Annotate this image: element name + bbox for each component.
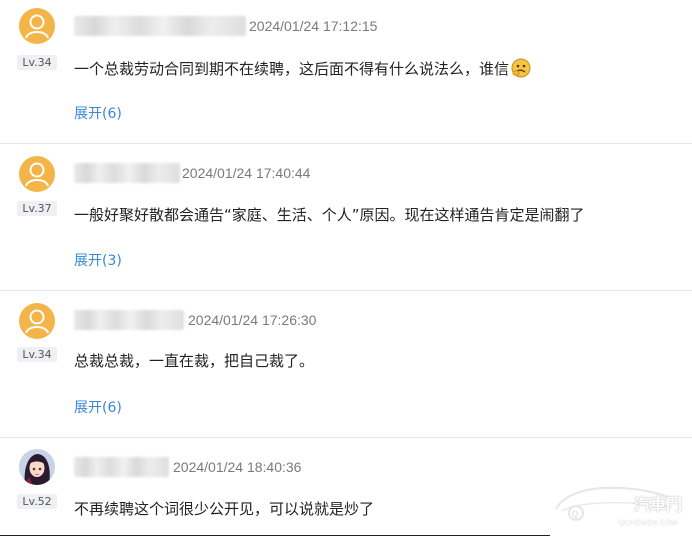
user-level-badge: Lv.34 <box>17 55 57 70</box>
expand-replies-link[interactable]: 展开(6) <box>74 104 122 124</box>
username-blurred[interactable] <box>74 16 246 36</box>
comment-timestamp: 2024/01/24 17:40:44 <box>182 165 311 181</box>
divider <box>0 535 550 536</box>
comment-text-content: 一个总裁劳动合同到期不在续聘，这后面不得有什么说法么，谁信 <box>74 60 510 78</box>
comment-item: Lv.37 2024/01/24 17:40:44 一般好聚好散都会通告“家庭、… <box>0 144 692 291</box>
avatar[interactable] <box>19 8 55 44</box>
expand-replies-link[interactable]: 展开(3) <box>74 251 122 271</box>
comment-text: 不再续聘这个词很少公开见，可以说就是炒了 <box>74 500 375 518</box>
thinking-emoji-icon <box>511 58 531 78</box>
username-blurred[interactable] <box>74 310 184 330</box>
user-default-icon <box>25 162 49 187</box>
avatar[interactable] <box>19 303 55 339</box>
user-default-icon <box>25 14 49 39</box>
user-level-badge: Lv.37 <box>17 201 57 216</box>
comment-text: 一个总裁劳动合同到期不在续聘，这后面不得有什么说法么，谁信 <box>74 58 531 80</box>
comment-text: 一般好聚好散都会通告“家庭、生活、个人”原因。现在这样通告肯定是闹翻了 <box>74 206 585 224</box>
watermark-brand: 汽車門 <box>633 495 682 514</box>
username-blurred[interactable] <box>74 163 180 183</box>
comment-timestamp: 2024/01/24 17:12:15 <box>249 18 378 34</box>
comment-timestamp: 2024/01/24 17:26:30 <box>188 312 317 328</box>
comment-item: Lv.34 2024/01/24 17:26:30 总裁总裁，一直在裁，把自己裁… <box>0 291 692 438</box>
avatar[interactable] <box>19 156 55 192</box>
user-level-badge: Lv.34 <box>17 347 57 362</box>
user-default-icon <box>25 309 49 334</box>
avatar[interactable] <box>19 449 55 485</box>
comment-timestamp: 2024/01/24 18:40:36 <box>173 459 302 475</box>
anime-avatar-icon <box>19 449 55 485</box>
comment-text: 总裁总裁，一直在裁，把自己裁了。 <box>74 352 315 370</box>
comment-item: Lv.34 2024/01/24 17:12:15 一个总裁劳动合同到期不在续聘… <box>0 0 692 144</box>
svg-text:Q: Q <box>572 509 579 519</box>
username-blurred[interactable] <box>74 457 169 477</box>
watermark-domain: QCHEMEN.COM <box>618 520 678 527</box>
expand-replies-link[interactable]: 展开(6) <box>74 398 122 418</box>
user-level-badge: Lv.52 <box>17 494 57 509</box>
